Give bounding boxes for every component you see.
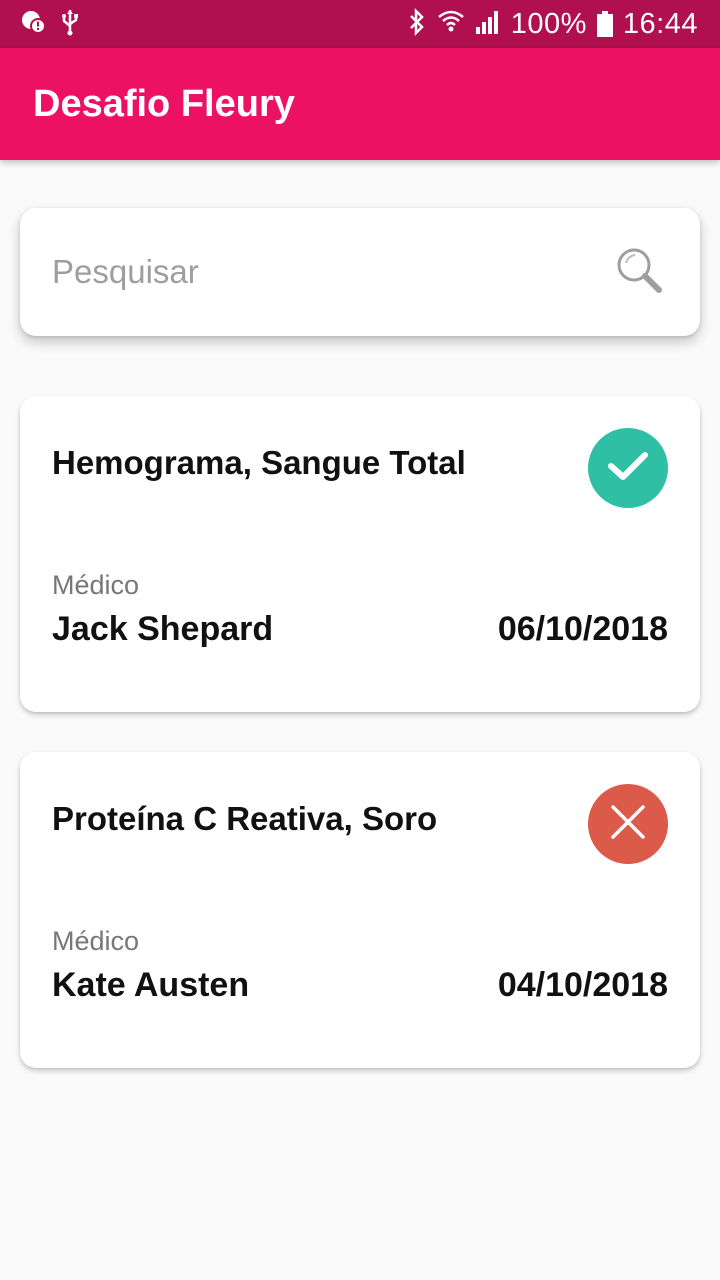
exam-title: Hemograma, Sangue Total [52,444,466,481]
search-icon[interactable] [614,245,664,300]
status-bar: 100% 16:44 [0,0,720,48]
search-input[interactable] [52,253,572,291]
exam-date: 06/10/2018 [497,610,668,648]
doctor-label: Médico [52,570,140,600]
status-badge [588,784,668,864]
app-bar: Desafio Fleury [0,48,720,160]
wifi-icon [437,8,465,41]
exam-card[interactable]: Hemograma, Sangue Total Médico Jack Shep… [20,396,700,712]
exam-card[interactable]: Proteína C Reativa, Soro Médico Kate Aus… [20,752,700,1068]
notification-alert-icon [20,9,46,40]
status-right: 100% 16:44 [407,7,698,41]
battery-icon [596,11,613,37]
exam-title: Proteína C Reativa, Soro [52,800,438,837]
search-bar [20,208,700,336]
status-left [20,8,80,41]
check-icon [606,449,650,488]
clock: 16:44 [622,7,698,40]
signal-icon [475,9,501,40]
app-title: Desafio Fleury [33,82,295,125]
doctor-label: Médico [52,926,140,956]
battery-percentage: 100% [510,7,587,40]
exam-date: 04/10/2018 [497,966,668,1004]
close-icon [610,804,646,845]
usb-icon [60,8,80,41]
bluetooth-icon [407,7,427,41]
doctor-name: Kate Austen [52,966,250,1004]
status-badge [588,428,668,508]
doctor-name: Jack Shepard [52,610,274,648]
